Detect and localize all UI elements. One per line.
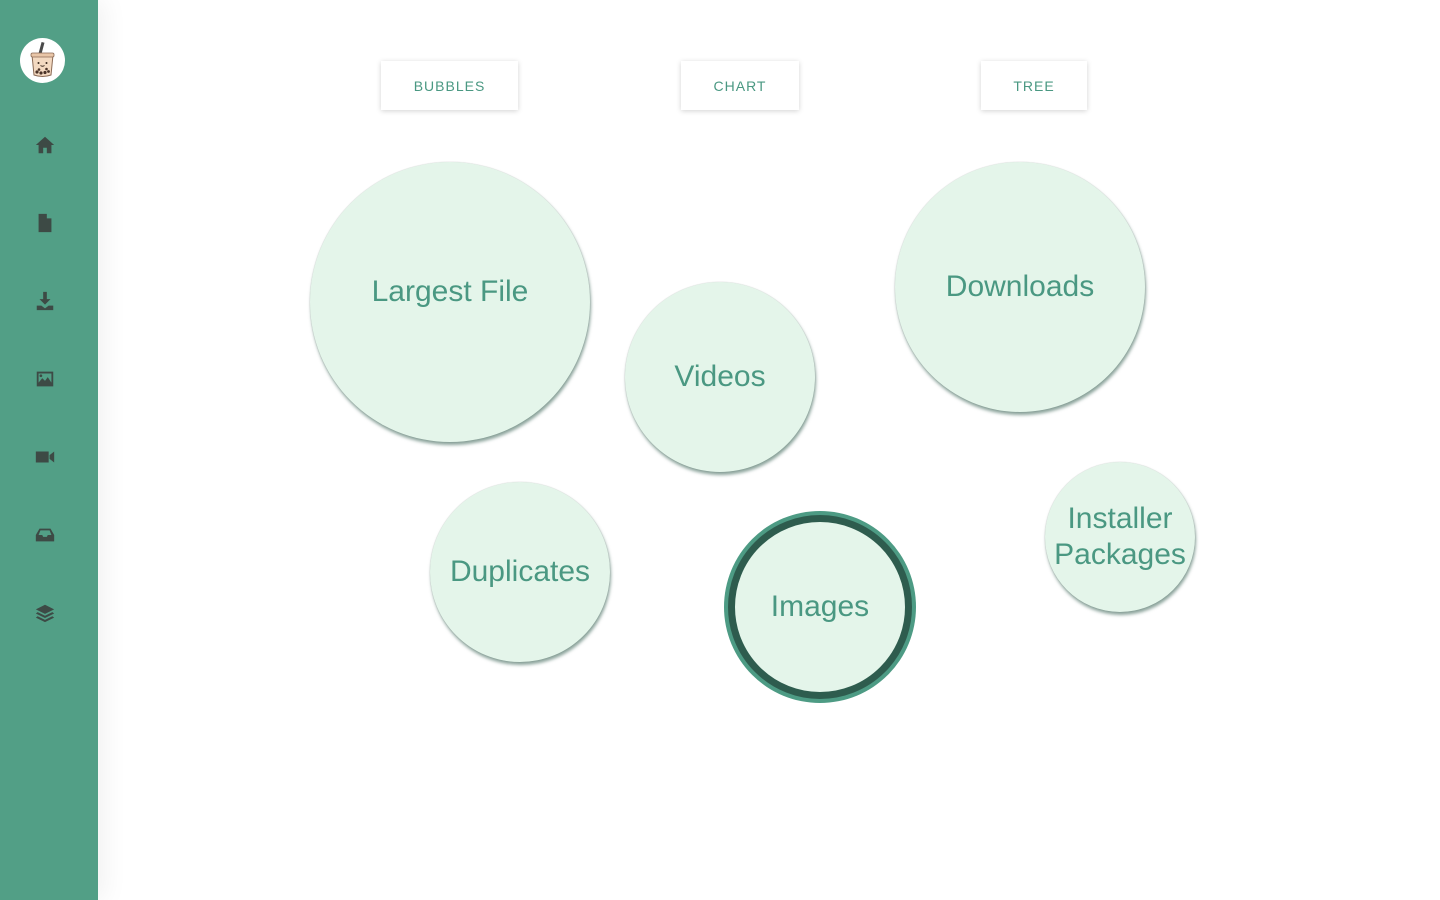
bubble-label-line: Packages — [1054, 538, 1186, 571]
home-icon[interactable] — [31, 131, 59, 159]
bubble-label: Installer Packages — [1054, 501, 1186, 573]
bubble-largest-file[interactable]: Largest File — [310, 162, 590, 442]
video-icon[interactable] — [31, 443, 59, 471]
tree-view-button[interactable]: TREE — [981, 61, 1087, 110]
image-icon[interactable] — [31, 365, 59, 393]
app: BUBBLES CHART TREE Largest File Videos D… — [0, 0, 1440, 900]
main-content: BUBBLES CHART TREE Largest File Videos D… — [98, 0, 1440, 900]
download-icon[interactable] — [31, 287, 59, 315]
bubble-downloads[interactable]: Downloads — [895, 162, 1145, 412]
bubble-installer-packages[interactable]: Installer Packages — [1045, 462, 1195, 612]
bubble-label: Videos — [674, 360, 766, 393]
layers-icon[interactable] — [31, 599, 59, 627]
chart-view-button[interactable]: CHART — [681, 61, 799, 110]
inbox-icon[interactable] — [31, 521, 59, 549]
bubble-label: Downloads — [945, 270, 1095, 303]
bubble-label: Images — [770, 590, 870, 623]
file-icon[interactable] — [31, 209, 59, 237]
bubble-label: Largest File — [371, 275, 529, 308]
bubble-duplicates[interactable]: Duplicates — [430, 482, 610, 662]
bubble-label-line: Installer — [1067, 502, 1173, 535]
bubble-label: Duplicates — [449, 555, 591, 588]
bubbles-view-button[interactable]: BUBBLES — [381, 61, 518, 110]
bubble-videos[interactable]: Videos — [625, 282, 815, 472]
sidebar — [0, 0, 98, 900]
bubble-tea-logo-icon[interactable] — [20, 38, 65, 83]
bubble-images[interactable]: Images — [728, 515, 912, 699]
